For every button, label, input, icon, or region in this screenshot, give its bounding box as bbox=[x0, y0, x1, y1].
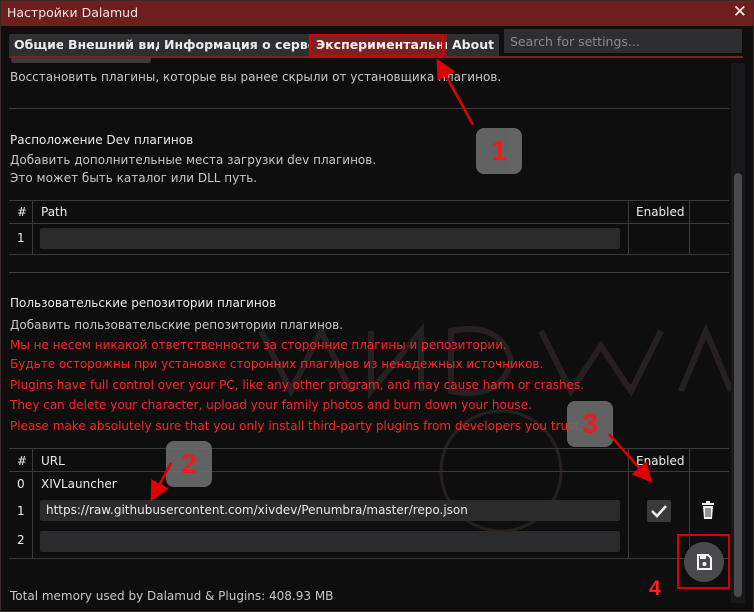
dev-path-input[interactable] bbox=[40, 228, 620, 249]
warning-text: Please make absolutely sure that you onl… bbox=[10, 419, 583, 433]
column-header-num: # bbox=[17, 454, 28, 468]
dev-plugins-description-2: Это может быть каталог или DLL путь. bbox=[10, 171, 258, 185]
column-header-url: URL bbox=[41, 454, 65, 468]
annotation-highlight-save bbox=[677, 534, 730, 589]
column-header-path: Path bbox=[41, 205, 68, 219]
checkmark-icon bbox=[651, 505, 667, 518]
column-header-num: # bbox=[17, 205, 28, 219]
table-border bbox=[9, 200, 729, 201]
column-divider bbox=[689, 200, 690, 254]
row-number: 0 bbox=[17, 477, 25, 491]
repo-url-label: XIVLauncher bbox=[41, 477, 117, 491]
table-border bbox=[9, 558, 729, 559]
warning-text: Plugins have full control over your PC, … bbox=[10, 378, 585, 392]
column-divider bbox=[628, 200, 629, 254]
repo-url-input[interactable]: https://raw.githubusercontent.com/xivdev… bbox=[40, 500, 620, 521]
table-border bbox=[9, 471, 729, 472]
row-number: 1 bbox=[17, 504, 25, 518]
column-header-enabled: Enabled bbox=[636, 454, 685, 468]
delete-repo-button[interactable] bbox=[696, 498, 720, 522]
column-divider bbox=[32, 200, 33, 254]
repo-enabled-checkbox[interactable] bbox=[647, 500, 671, 522]
custom-repos-heading: Пользовательские репозитории плагинов bbox=[10, 296, 277, 310]
annotation-highlight-tab bbox=[309, 34, 444, 57]
row-number: 1 bbox=[17, 231, 25, 245]
column-header-enabled: Enabled bbox=[636, 205, 685, 219]
annotation-badge-1: 1 bbox=[476, 128, 522, 174]
search-input[interactable] bbox=[504, 29, 742, 53]
warning-text: Будьте осторожны при установке сторонних… bbox=[10, 357, 544, 371]
table-border bbox=[9, 448, 729, 449]
table-border bbox=[9, 254, 729, 255]
memory-usage-text: Total memory used by Dalamud & Plugins: … bbox=[10, 589, 334, 603]
close-icon[interactable]: ✕ bbox=[733, 2, 747, 22]
hidden-plugins-description: Восстановить плагины, которые вы ранее с… bbox=[10, 70, 502, 84]
column-divider bbox=[628, 448, 629, 558]
dev-plugins-heading: Расположение Dev плагинов bbox=[10, 133, 194, 147]
annotation-badge-4: 4 bbox=[649, 577, 661, 600]
hidden-plugins-button[interactable] bbox=[11, 58, 151, 63]
settings-window: Настройки Dalamud ✕ Общие Внешний вид Ин… bbox=[0, 0, 754, 612]
scrollbar-thumb[interactable] bbox=[734, 173, 742, 597]
tab-appearance[interactable]: Внешний вид bbox=[63, 34, 171, 56]
dev-plugins-description: Добавить дополнительные места загрузки d… bbox=[10, 153, 377, 167]
annotation-badge-2: 2 bbox=[166, 441, 212, 487]
annotation-badge-3: 3 bbox=[567, 401, 613, 447]
row-number: 2 bbox=[17, 533, 25, 547]
warning-text: They can delete your character, upload y… bbox=[10, 398, 532, 412]
table-border bbox=[9, 223, 729, 224]
window-title: Настройки Dalamud bbox=[7, 5, 139, 20]
column-divider bbox=[32, 448, 33, 558]
custom-repos-description: Добавить пользовательские репозитории пл… bbox=[10, 318, 344, 332]
section-divider bbox=[9, 272, 729, 273]
trash-icon bbox=[702, 501, 714, 519]
section-divider bbox=[9, 108, 729, 109]
tab-about[interactable]: About bbox=[447, 34, 500, 56]
tab-general[interactable]: Общие bbox=[9, 34, 70, 56]
title-bar[interactable]: Настройки Dalamud ✕ bbox=[1, 1, 753, 26]
warning-text: Мы не несем никакой ответственности за с… bbox=[10, 338, 507, 352]
repo-url-input-new[interactable] bbox=[40, 531, 620, 552]
